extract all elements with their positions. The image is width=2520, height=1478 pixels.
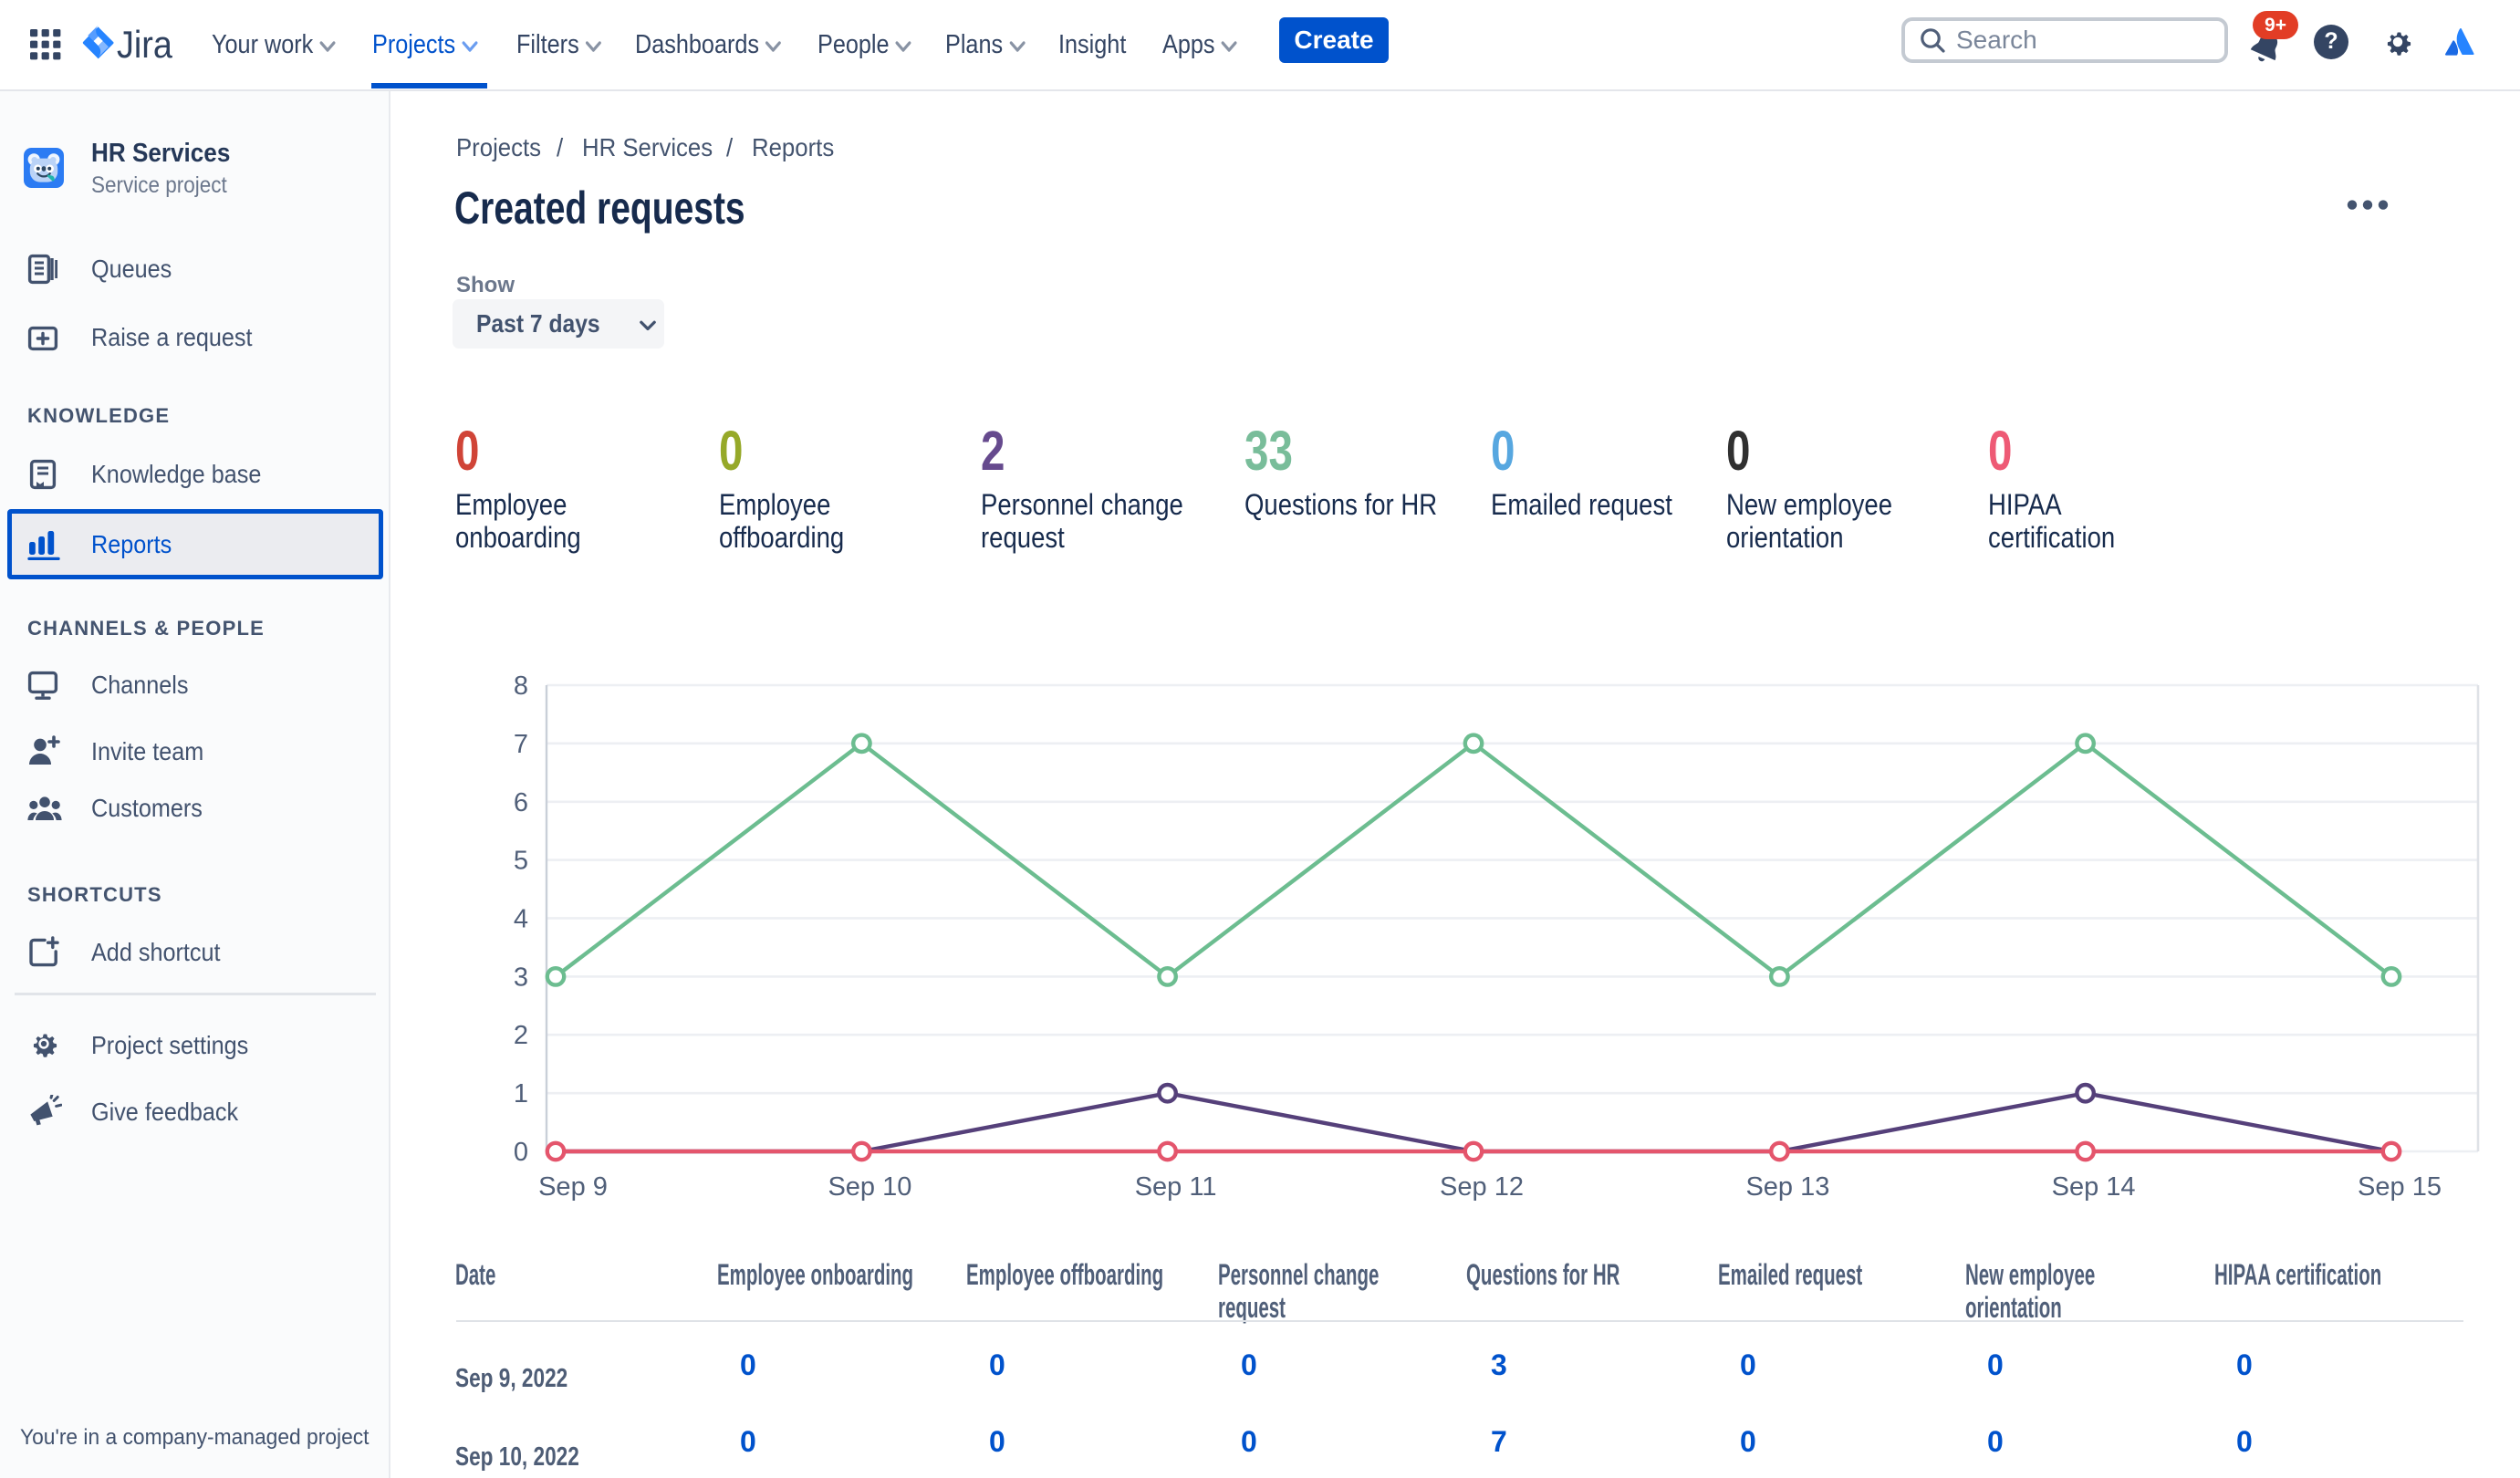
svg-text:Sep 14: Sep 14 bbox=[2052, 1172, 2136, 1202]
svg-text:6: 6 bbox=[514, 788, 528, 817]
svg-text:2: 2 bbox=[514, 1021, 528, 1050]
svg-text:Sep 9: Sep 9 bbox=[538, 1172, 608, 1202]
svg-text:7: 7 bbox=[514, 730, 528, 759]
svg-text:8: 8 bbox=[514, 671, 528, 701]
svg-text:3: 3 bbox=[514, 963, 528, 992]
svg-text:0: 0 bbox=[514, 1138, 528, 1167]
svg-text:1: 1 bbox=[514, 1079, 528, 1108]
svg-text:Sep 12: Sep 12 bbox=[1440, 1172, 1524, 1202]
svg-text:5: 5 bbox=[514, 847, 528, 876]
svg-text:Sep 15: Sep 15 bbox=[2358, 1172, 2442, 1202]
svg-text:Sep 13: Sep 13 bbox=[1745, 1172, 1829, 1202]
svg-text:Sep 10: Sep 10 bbox=[828, 1172, 911, 1202]
svg-text:Sep 11: Sep 11 bbox=[1135, 1172, 1217, 1202]
svg-text:4: 4 bbox=[514, 904, 528, 933]
